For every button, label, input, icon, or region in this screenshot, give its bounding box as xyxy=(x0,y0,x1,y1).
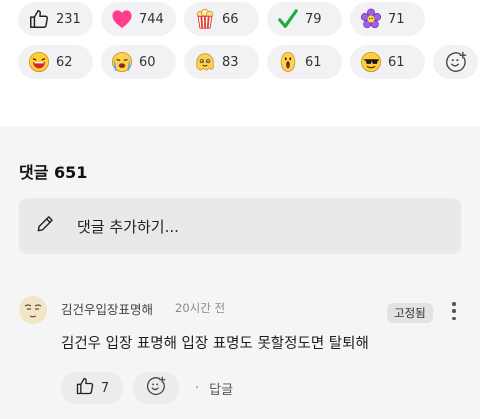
add-comment-input[interactable]: 댓글 추가하기... xyxy=(19,198,461,254)
avatar[interactable] xyxy=(19,296,47,324)
comment-author[interactable]: 김건우입장표명해 xyxy=(61,299,153,318)
reaction-check[interactable]: 79 xyxy=(267,2,342,36)
sunglasses-face-icon xyxy=(360,51,382,73)
comment-text: 김건우 입장 표명해 입장 표명도 못할정도면 탈퇴해 xyxy=(61,336,369,352)
pencil-icon xyxy=(35,214,55,238)
reply-button[interactable]: 답글 xyxy=(209,379,233,398)
heart-icon xyxy=(111,8,133,30)
separator-dot: · xyxy=(195,380,200,396)
reaction-popcorn[interactable]: 66 xyxy=(184,2,259,36)
reaction-count: 79 xyxy=(305,11,322,27)
reaction-thumbs-up[interactable]: 231 xyxy=(18,2,93,36)
reaction-count: 71 xyxy=(388,11,405,27)
flower-icon xyxy=(360,8,382,30)
like-button[interactable]: 7 xyxy=(61,372,123,404)
more-options-icon[interactable] xyxy=(447,300,461,322)
reaction-row-1: 231 744 66 79 71 xyxy=(18,2,425,36)
reaction-count: 744 xyxy=(139,11,164,27)
add-comment-placeholder: 댓글 추가하기... xyxy=(77,217,179,236)
add-reaction-button[interactable] xyxy=(433,45,478,79)
crying-face-icon xyxy=(111,51,133,73)
reaction-count: 60 xyxy=(139,54,156,70)
laughing-face-icon xyxy=(28,51,50,73)
add-emoji-icon xyxy=(445,51,467,73)
reaction-flower[interactable]: 71 xyxy=(350,2,425,36)
reaction-melting[interactable]: 83 xyxy=(184,45,259,79)
reaction-count: 61 xyxy=(305,54,322,70)
reaction-crying[interactable]: 60 xyxy=(101,45,176,79)
comment-actions: 7 · 답글 xyxy=(61,372,233,404)
reaction-count: 83 xyxy=(222,54,239,70)
reaction-count: 231 xyxy=(56,11,81,27)
comment-time: 20시간 전 xyxy=(175,301,226,315)
thumbs-up-icon xyxy=(75,376,95,400)
reaction-count: 61 xyxy=(388,54,405,70)
reaction-laughing[interactable]: 62 xyxy=(18,45,93,79)
add-reaction-button[interactable] xyxy=(133,372,179,404)
add-emoji-icon xyxy=(146,376,166,400)
reaction-count: 62 xyxy=(56,54,73,70)
surprised-face-icon xyxy=(277,51,299,73)
reaction-surprised[interactable]: 61 xyxy=(267,45,342,79)
melting-face-icon xyxy=(194,51,216,73)
comment-count-title: 댓글 651 xyxy=(19,163,88,182)
thumbs-up-icon xyxy=(28,8,50,30)
like-count: 7 xyxy=(100,380,110,396)
reaction-heart[interactable]: 744 xyxy=(101,2,176,36)
reaction-row-2: 62 60 83 61 61 xyxy=(18,45,478,79)
pinned-badge: 고정됨 xyxy=(387,303,433,323)
popcorn-icon xyxy=(194,8,216,30)
check-icon xyxy=(277,8,299,30)
reaction-sunglasses[interactable]: 61 xyxy=(350,45,425,79)
reaction-count: 66 xyxy=(222,11,239,27)
